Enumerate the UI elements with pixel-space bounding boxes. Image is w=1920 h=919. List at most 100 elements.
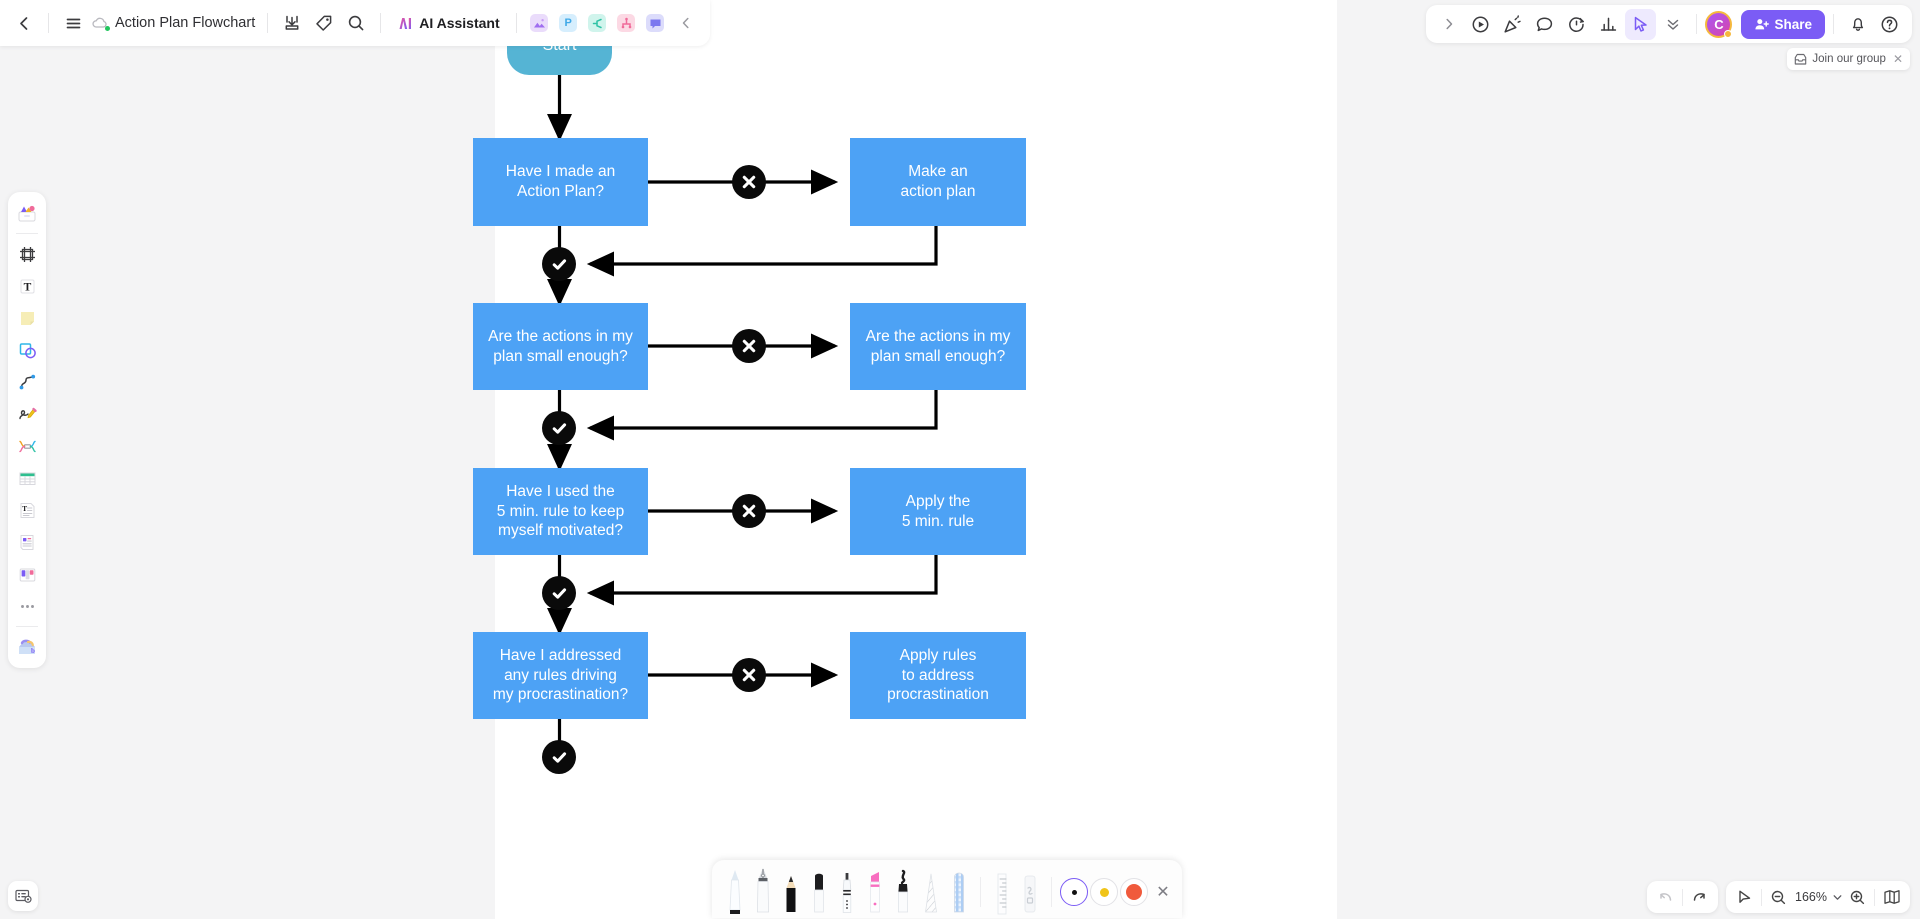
flowchart-node-decision-3[interactable]: Have I used the 5 min. rule to keep myse… bbox=[473, 468, 648, 555]
minimap-icon[interactable] bbox=[1878, 884, 1905, 911]
node-label: Apply rules to address procrastination bbox=[887, 646, 989, 704]
comment-icon[interactable] bbox=[641, 9, 670, 38]
flowchart-node-action-1[interactable]: Make an action plan bbox=[850, 138, 1026, 226]
confetti-icon[interactable] bbox=[1497, 9, 1528, 40]
marker-tool[interactable] bbox=[834, 866, 860, 918]
vote-chart-icon[interactable] bbox=[1593, 9, 1624, 40]
kanban-icon[interactable] bbox=[12, 559, 42, 589]
ai-assistant-label: AI Assistant bbox=[419, 15, 500, 31]
undo-icon[interactable] bbox=[1652, 884, 1679, 911]
eraser-tool[interactable] bbox=[1017, 866, 1043, 918]
ai-assistant-button[interactable]: AI Assistant bbox=[389, 11, 507, 36]
no-marker-x-1[interactable] bbox=[732, 165, 766, 199]
whiteboard-canvas[interactable]: Start Have I made an Action Plan? Make a… bbox=[473, 0, 1337, 919]
node-label: Are the actions in my plan small enough? bbox=[488, 327, 633, 365]
highlighter-tool[interactable] bbox=[862, 866, 888, 918]
more-tools-icon[interactable] bbox=[12, 591, 42, 621]
close-icon[interactable]: ✕ bbox=[1893, 52, 1903, 66]
notification-bell-icon[interactable] bbox=[1842, 9, 1873, 40]
yes-marker-check-3[interactable] bbox=[542, 576, 576, 610]
ai-sparkle-icon bbox=[399, 17, 412, 29]
zoom-in-icon[interactable] bbox=[1844, 884, 1871, 911]
search-icon[interactable] bbox=[340, 7, 372, 39]
comment-bubble-icon[interactable] bbox=[1529, 9, 1560, 40]
no-marker-x-2[interactable] bbox=[732, 329, 766, 363]
ruler-tool[interactable] bbox=[989, 866, 1015, 918]
ballpoint-pen-tool[interactable] bbox=[722, 866, 748, 918]
image-icon[interactable] bbox=[525, 9, 554, 38]
share-person-icon bbox=[1755, 18, 1770, 29]
yes-marker-check-1[interactable] bbox=[542, 247, 576, 281]
swatch-yellow[interactable] bbox=[1090, 878, 1118, 906]
flowchart-node-action-3[interactable]: Apply the 5 min. rule bbox=[850, 468, 1026, 555]
zoom-level-value[interactable]: 166% bbox=[1792, 890, 1830, 904]
shapes-icon[interactable] bbox=[12, 335, 42, 365]
tree-diagram-icon[interactable] bbox=[612, 9, 641, 38]
help-question-icon[interactable] bbox=[1874, 9, 1905, 40]
zoom-group: 166% bbox=[1726, 881, 1910, 913]
frame-icon[interactable] bbox=[12, 239, 42, 269]
svg-text:T: T bbox=[23, 281, 31, 293]
chevron-double-down-icon[interactable] bbox=[1657, 9, 1688, 40]
divider bbox=[267, 13, 269, 33]
table-icon[interactable] bbox=[12, 463, 42, 493]
divider bbox=[515, 13, 517, 33]
flowchart-node-decision-1[interactable]: Have I made an Action Plan? bbox=[473, 138, 648, 226]
fountain-pen-tool[interactable] bbox=[750, 866, 776, 918]
collapse-chevron-icon[interactable] bbox=[670, 7, 702, 39]
swatch-black[interactable] bbox=[1060, 878, 1088, 906]
ppt-icon[interactable]: P bbox=[554, 9, 583, 38]
avatar[interactable]: C bbox=[1705, 10, 1733, 38]
join-group-banner[interactable]: Join our group ✕ bbox=[1787, 48, 1910, 70]
cloud-saved-icon bbox=[89, 12, 111, 34]
expand-chevron-icon[interactable] bbox=[1433, 9, 1464, 40]
card-icon[interactable] bbox=[12, 527, 42, 557]
mindmap-icon[interactable] bbox=[583, 9, 612, 38]
close-icon[interactable]: ✕ bbox=[1150, 879, 1176, 905]
brush-pen-tool[interactable] bbox=[806, 866, 832, 918]
yes-marker-check-4[interactable] bbox=[542, 740, 576, 774]
no-marker-x-3[interactable] bbox=[732, 494, 766, 528]
cloud-status-dot bbox=[105, 26, 110, 31]
divider bbox=[1761, 888, 1763, 906]
hamburger-menu-icon[interactable] bbox=[57, 7, 89, 39]
pencil-tool[interactable] bbox=[778, 866, 804, 918]
export-download-icon[interactable] bbox=[276, 7, 308, 39]
document-icon[interactable]: T bbox=[12, 495, 42, 525]
yes-marker-check-2[interactable] bbox=[542, 411, 576, 445]
avatar-status-badge bbox=[1724, 29, 1733, 38]
tag-icon[interactable] bbox=[308, 7, 340, 39]
zoom-out-icon[interactable] bbox=[1765, 884, 1792, 911]
chevron-down-icon[interactable] bbox=[1830, 884, 1844, 911]
pen-icon[interactable] bbox=[12, 399, 42, 429]
redo-icon[interactable] bbox=[1686, 884, 1713, 911]
divider bbox=[1696, 14, 1698, 34]
mindmap-node-icon[interactable] bbox=[12, 431, 42, 461]
play-present-icon[interactable] bbox=[1465, 9, 1496, 40]
text-icon[interactable]: T bbox=[12, 271, 42, 301]
connector-icon[interactable] bbox=[12, 367, 42, 397]
divider bbox=[1682, 888, 1684, 906]
plugins-icon[interactable]: b bbox=[12, 632, 42, 662]
share-button[interactable]: Share bbox=[1741, 9, 1825, 39]
document-title[interactable]: Action Plan Flowchart bbox=[111, 15, 259, 31]
back-chevron-icon[interactable] bbox=[8, 7, 40, 39]
timer-icon[interactable] bbox=[1561, 9, 1592, 40]
texture-pen-tool[interactable] bbox=[918, 866, 944, 918]
history-group bbox=[1647, 881, 1719, 913]
paint-marker-tool[interactable] bbox=[890, 866, 916, 918]
no-marker-x-4[interactable] bbox=[732, 658, 766, 692]
sticky-note-icon[interactable] bbox=[12, 303, 42, 333]
node-label: Are the actions in my plan small enough? bbox=[865, 327, 1011, 365]
templates-icon[interactable] bbox=[12, 198, 42, 228]
cursor-pointer-icon[interactable] bbox=[1625, 8, 1657, 40]
share-label: Share bbox=[1774, 16, 1812, 32]
flowchart-node-action-4[interactable]: Apply rules to address procrastination bbox=[850, 632, 1026, 719]
presentation-settings-icon[interactable] bbox=[8, 881, 38, 911]
flowchart-node-decision-2[interactable]: Are the actions in my plan small enough? bbox=[473, 303, 648, 390]
swatch-red[interactable] bbox=[1120, 878, 1148, 906]
flowchart-node-decision-4[interactable]: Have I addressed any rules driving my pr… bbox=[473, 632, 648, 719]
cursor-select-icon[interactable] bbox=[1731, 884, 1758, 911]
flowchart-node-action-2[interactable]: Are the actions in my plan small enough? bbox=[850, 303, 1026, 390]
pattern-pen-tool[interactable] bbox=[946, 866, 972, 918]
